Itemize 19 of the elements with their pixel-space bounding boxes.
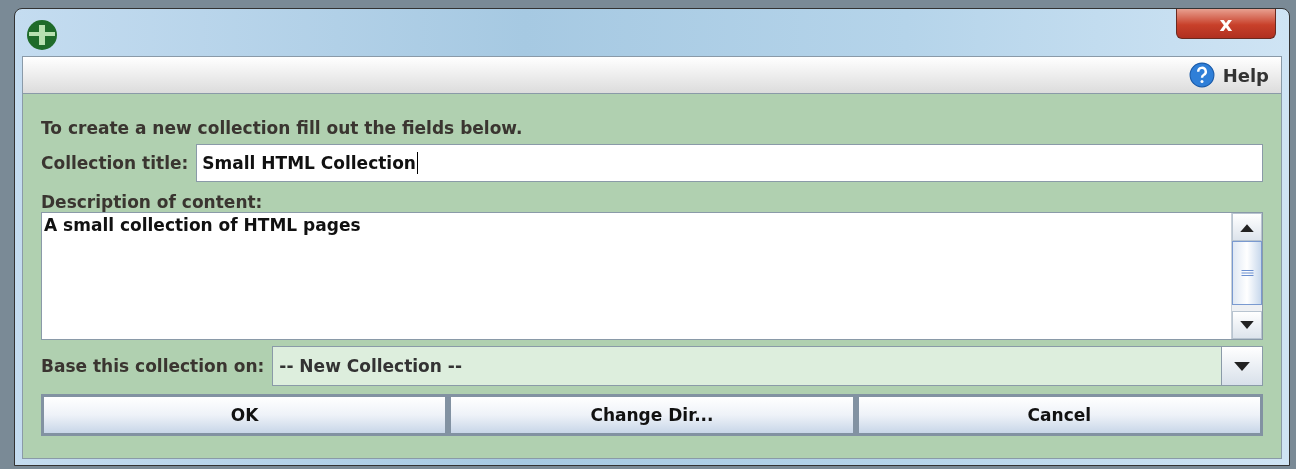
title-label: Collection title: [41,153,189,173]
help-button[interactable]: Help [1188,62,1269,88]
title-input-field[interactable]: Small HTML Collection [196,144,1263,182]
description-text-area[interactable]: A small collection of HTML pages [41,212,1263,340]
scroll-bar[interactable] [1231,213,1262,339]
dialog-button[interactable]: Cancel [855,394,1263,436]
grip-icon [1240,270,1254,276]
scroll-up-icon [1240,222,1254,232]
description-label: Description of content: [41,192,264,212]
help-icon [1188,62,1215,88]
base-dropdown[interactable]: -- New Collection -- [272,346,1263,386]
scroll-down-icon [1240,320,1254,330]
instruction-text: To create a new collection fill out the fields below. [41,118,524,138]
dialog-button[interactable]: Change Dir... [448,394,856,436]
close-button[interactable]: x [1176,9,1276,39]
dialog-button[interactable]: OK [41,394,449,436]
app-icon [26,19,58,51]
base-label: Base this collection on: [41,356,265,376]
dropdown-arrow-icon [1234,361,1250,371]
